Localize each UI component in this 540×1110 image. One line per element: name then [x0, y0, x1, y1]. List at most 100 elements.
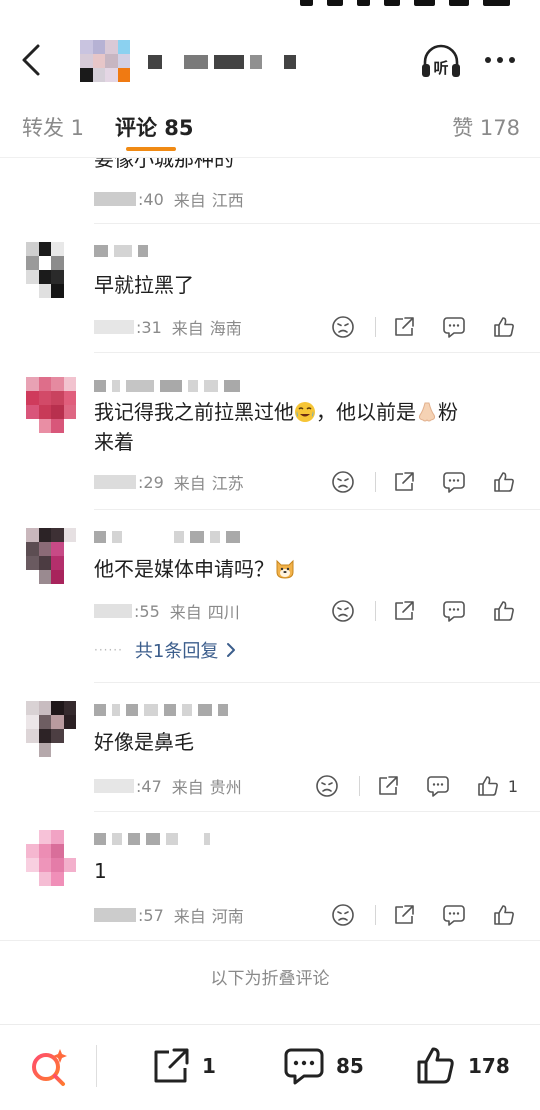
reply-button[interactable]: [440, 901, 468, 929]
more-button[interactable]: [478, 46, 522, 74]
like-icon: [494, 472, 514, 492]
comment-text: 早就拉黑了: [94, 273, 194, 297]
comment-item: 好像是鼻毛 :47 来自 贵州 1: [0, 683, 540, 811]
comment-text: 要像小城那种的: [94, 158, 234, 171]
doge-emoji-icon: [276, 559, 294, 579]
commenter-name[interactable]: [94, 244, 148, 258]
share-icon: [395, 905, 414, 924]
share-button[interactable]: [374, 772, 402, 800]
commenter-avatar[interactable]: [26, 377, 76, 433]
share-icon: [395, 601, 414, 620]
tab-forward[interactable]: 转发 1: [22, 112, 84, 142]
dislike-button[interactable]: [329, 468, 357, 496]
dislike-button[interactable]: [329, 597, 357, 625]
poster-name[interactable]: [148, 54, 296, 70]
divider: [0, 940, 540, 941]
comment-meta: :57 来自 河南: [94, 904, 244, 926]
dislike-button[interactable]: [329, 313, 357, 341]
comment-text: 1: [94, 859, 107, 883]
like-button[interactable]: [490, 901, 518, 929]
comment-partial: 要像小城那种的 :40 来自 江西: [0, 158, 540, 224]
reply-button[interactable]: [440, 597, 468, 625]
comment-meta: :40 来自 江西: [94, 188, 244, 210]
dislike-button[interactable]: [329, 901, 357, 929]
commenter-name[interactable]: [94, 530, 240, 544]
comment-meta: :47 来自 贵州: [94, 775, 242, 797]
comment-item: 1 :57 来自 河南: [0, 812, 540, 940]
comment-icon: [443, 905, 465, 926]
dislike-face-icon: [332, 904, 354, 926]
share-button[interactable]: [390, 468, 418, 496]
commenter-avatar[interactable]: [26, 528, 76, 584]
comment-text: 我记得我之前拉黑过他 ，他以前是粉 来着: [94, 400, 458, 454]
comment-actions: 1: [313, 772, 518, 800]
reply-button[interactable]: [424, 772, 452, 800]
like-icon: [478, 776, 498, 796]
crying-laughing-emoji-icon: [295, 402, 315, 422]
like-button[interactable]: [490, 597, 518, 625]
bottom-action-bar: 1 85 178: [0, 1024, 540, 1110]
comment-icon: [284, 1048, 324, 1085]
like-icon: [494, 601, 514, 621]
comment-icon: [443, 317, 465, 338]
header: 听: [0, 28, 540, 92]
like-button[interactable]: [474, 772, 502, 800]
search-button[interactable]: [30, 1047, 70, 1087]
commenter-name[interactable]: [94, 703, 228, 717]
like-icon: [494, 905, 514, 925]
tab-likes[interactable]: 赞 178: [452, 112, 520, 142]
comment-actions: [329, 468, 518, 496]
reply-button[interactable]: [440, 313, 468, 341]
comment-button[interactable]: 85: [284, 1045, 364, 1087]
share-icon: [154, 1048, 189, 1083]
comment-actions: [329, 313, 518, 341]
reply-button[interactable]: [440, 468, 468, 496]
nose-emoji-icon: [418, 402, 436, 422]
like-count: 1: [507, 776, 518, 796]
view-replies-link[interactable]: ······ 共1条回复: [94, 638, 236, 662]
comment-text: 他不是媒体申请吗？: [94, 554, 514, 584]
back-button[interactable]: [14, 40, 48, 80]
dislike-button[interactable]: [313, 772, 341, 800]
tab-comments[interactable]: 评论 85: [115, 112, 194, 142]
comment-icon: [427, 776, 449, 797]
comment-item: 我记得我之前拉黑过他 ，他以前是粉 来着 :29 来自 江苏: [0, 353, 540, 509]
share-button[interactable]: [390, 313, 418, 341]
folded-comments-label[interactable]: 以下为折叠评论: [0, 964, 540, 989]
comment-text: 好像是鼻毛: [94, 730, 194, 754]
like-post-button[interactable]: 178: [416, 1045, 510, 1087]
comment-icon: [443, 472, 465, 493]
dislike-face-icon: [316, 775, 338, 797]
listen-label: 听: [433, 59, 448, 77]
commenter-avatar[interactable]: [26, 830, 76, 886]
commenter-avatar[interactable]: [26, 242, 76, 298]
commenter-name[interactable]: [94, 379, 240, 393]
status-icons: [299, 0, 510, 6]
like-button[interactable]: [490, 313, 518, 341]
like-button[interactable]: [490, 468, 518, 496]
share-icon: [395, 317, 414, 336]
status-bar: [0, 0, 540, 10]
commenter-name[interactable]: [94, 832, 210, 846]
listen-button[interactable]: 听: [420, 42, 462, 80]
comment-meta: :31 来自 海南: [94, 316, 242, 338]
more-icon: [485, 57, 491, 63]
comment-icon: [443, 601, 465, 622]
dislike-face-icon: [332, 471, 354, 493]
dislike-face-icon: [332, 316, 354, 338]
comment-count: 85: [336, 1054, 364, 1078]
tab-bar: 转发 1 评论 85 赞 178: [0, 96, 540, 158]
forward-button[interactable]: 1: [152, 1045, 216, 1087]
commenter-avatar[interactable]: [26, 701, 76, 757]
comment-actions: [329, 597, 518, 625]
chevron-right-icon: [227, 643, 236, 657]
dislike-face-icon: [332, 600, 354, 622]
poster-avatar[interactable]: [80, 40, 130, 82]
share-button[interactable]: [390, 901, 418, 929]
comment-item: 早就拉黑了 :31 来自 海南: [0, 224, 540, 352]
comment-actions: [329, 901, 518, 929]
active-tab-indicator: [126, 147, 176, 151]
comment-meta: :29 来自 江苏: [94, 471, 244, 493]
like-icon: [417, 1047, 454, 1084]
share-button[interactable]: [390, 597, 418, 625]
